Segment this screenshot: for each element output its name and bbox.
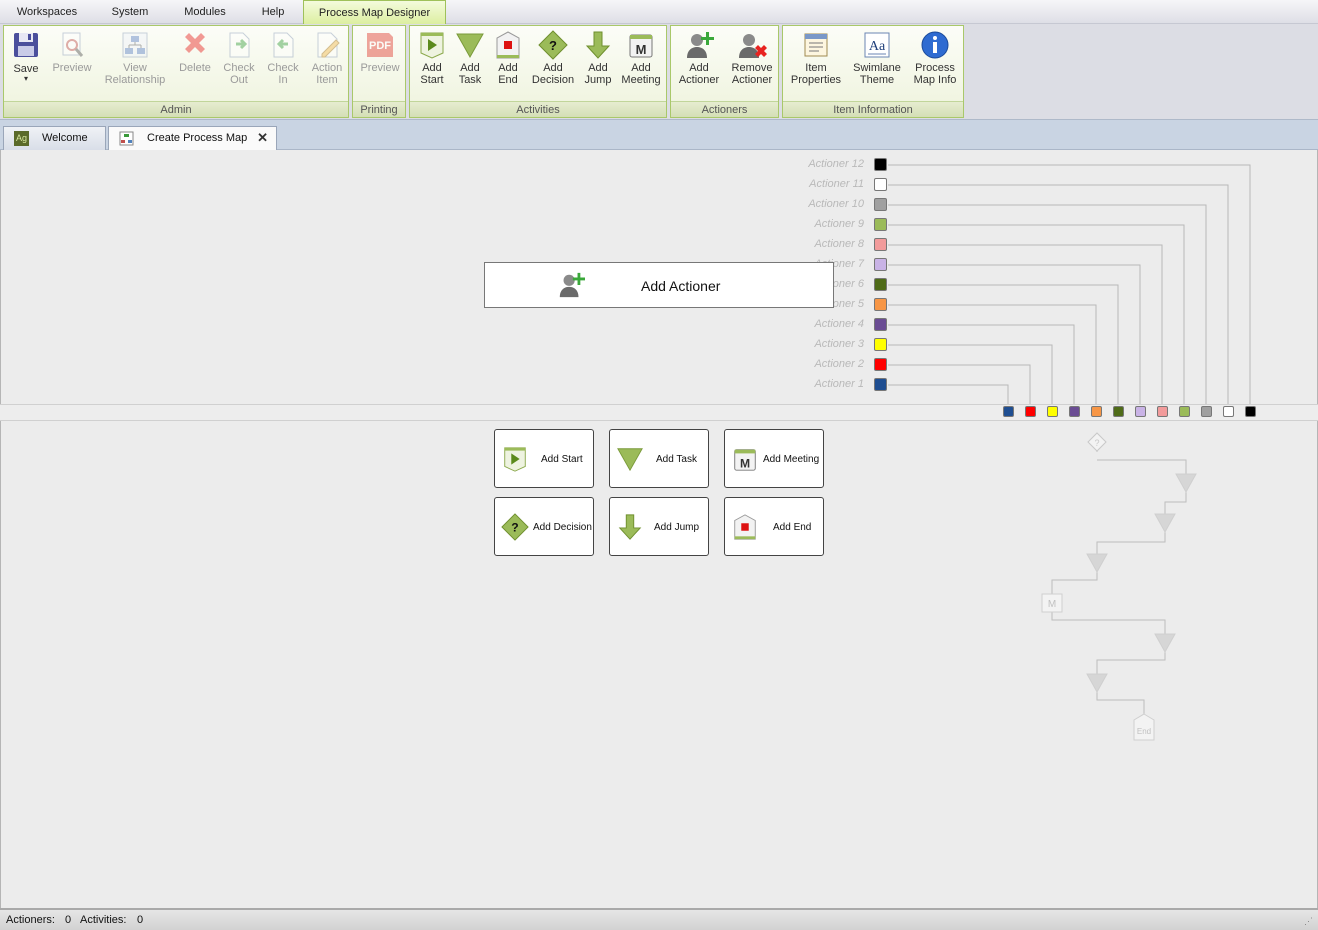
actioner-color-swatch[interactable] bbox=[874, 318, 887, 331]
actioner-color-swatch[interactable] bbox=[874, 338, 887, 351]
lane-color-swatch bbox=[1113, 406, 1124, 417]
resize-grip-icon[interactable]: ⋰ bbox=[1304, 916, 1313, 927]
lane-color-swatch bbox=[1245, 406, 1256, 417]
svg-text:M: M bbox=[1048, 599, 1056, 610]
actioner-legend-label: Actioner 10 bbox=[808, 198, 864, 210]
actioner-color-swatch[interactable] bbox=[874, 358, 887, 371]
actioner-connector-line bbox=[888, 264, 1141, 404]
actioner-color-swatch[interactable] bbox=[874, 378, 887, 391]
preview-end-shape: End bbox=[1133, 713, 1155, 741]
actioner-connector-line bbox=[888, 184, 1229, 404]
actioner-legend-label: Actioner 8 bbox=[814, 238, 864, 250]
preview-task-shapes bbox=[1086, 473, 1197, 694]
palette-add-decision-label: Add Decision bbox=[533, 522, 592, 533]
task-icon bbox=[617, 448, 643, 472]
palette-add-end-label: Add End bbox=[773, 522, 812, 533]
actioner-color-swatch[interactable] bbox=[874, 218, 887, 231]
svg-text:End: End bbox=[1137, 727, 1151, 736]
svg-text:?: ? bbox=[511, 521, 518, 535]
actioner-connector-line bbox=[888, 384, 1009, 404]
lane-color-swatch bbox=[1003, 406, 1014, 417]
meeting-icon: M bbox=[734, 449, 756, 471]
add-actioner-canvas-button[interactable]: Add Actioner bbox=[484, 262, 834, 308]
palette-add-task[interactable]: Add Task bbox=[609, 429, 709, 488]
actioner-connector-line bbox=[888, 304, 1097, 404]
actioner-color-swatch[interactable] bbox=[874, 298, 887, 311]
actioner-color-swatch[interactable] bbox=[874, 238, 887, 251]
status-bar: Actioners: 0 Activities: 0 ⋰ bbox=[0, 908, 1318, 930]
lane-color-swatch bbox=[1157, 406, 1168, 417]
actioner-legend-label: Actioner 12 bbox=[808, 158, 864, 170]
lane-color-swatch bbox=[1091, 406, 1102, 417]
palette-add-meeting-label: Add Meeting bbox=[763, 454, 820, 465]
palette-add-meeting[interactable]: M Add Meeting bbox=[724, 429, 824, 488]
palette-add-task-label: Add Task bbox=[656, 454, 697, 465]
actioner-legend-label: Actioner 4 bbox=[814, 318, 864, 330]
lane-color-swatch bbox=[1047, 406, 1058, 417]
actioner-legend-label: Actioner 3 bbox=[814, 338, 864, 350]
svg-text:M: M bbox=[740, 456, 750, 470]
status-actioners-label: Actioners: bbox=[6, 914, 55, 926]
actioner-connector-line bbox=[888, 344, 1053, 404]
lane-color-swatch bbox=[1025, 406, 1036, 417]
status-activities-label: Activities: bbox=[80, 914, 127, 926]
status-activities-count: 0 bbox=[137, 914, 144, 926]
palette-add-end[interactable]: Add End bbox=[724, 497, 824, 556]
actioner-color-swatch[interactable] bbox=[874, 178, 887, 191]
actioner-color-swatch[interactable] bbox=[874, 158, 887, 171]
jump-arrow-icon bbox=[618, 514, 642, 540]
lane-color-swatch bbox=[1069, 406, 1080, 417]
actioner-color-swatch[interactable] bbox=[874, 198, 887, 211]
palette-add-decision[interactable]: ? Add Decision bbox=[494, 497, 594, 556]
lane-color-swatch bbox=[1179, 406, 1190, 417]
add-user-icon bbox=[559, 272, 585, 298]
palette-add-start-label: Add Start bbox=[541, 454, 583, 465]
status-actioners-count: 0 bbox=[65, 914, 72, 926]
palette-add-jump-label: Add Jump bbox=[654, 522, 700, 533]
actioner-legend-label: Actioner 1 bbox=[814, 378, 864, 390]
actioner-legend-label: Actioner 2 bbox=[814, 358, 864, 370]
lane-color-swatch bbox=[1201, 406, 1212, 417]
actioner-color-swatch[interactable] bbox=[874, 258, 887, 271]
actioner-color-swatch[interactable] bbox=[874, 278, 887, 291]
preview-meeting-shape: M bbox=[1041, 593, 1063, 613]
end-icon bbox=[734, 514, 756, 540]
actioner-legend-label: Actioner 11 bbox=[809, 178, 864, 190]
palette-add-jump[interactable]: Add Jump bbox=[609, 497, 709, 556]
palette-add-start[interactable]: Add Start bbox=[494, 429, 594, 488]
preview-decision-shape: ? bbox=[1087, 432, 1107, 452]
actioner-connector-lines bbox=[888, 164, 1251, 404]
lane-color-swatch bbox=[1135, 406, 1146, 417]
add-actioner-canvas-label: Add Actioner bbox=[641, 278, 721, 294]
actioner-legend-label: Actioner 9 bbox=[814, 218, 864, 230]
lane-color-swatch bbox=[1223, 406, 1234, 417]
decision-icon: ? bbox=[501, 513, 529, 541]
preview-flow bbox=[1051, 434, 1187, 714]
svg-text:?: ? bbox=[1094, 438, 1099, 448]
start-icon bbox=[504, 447, 526, 472]
